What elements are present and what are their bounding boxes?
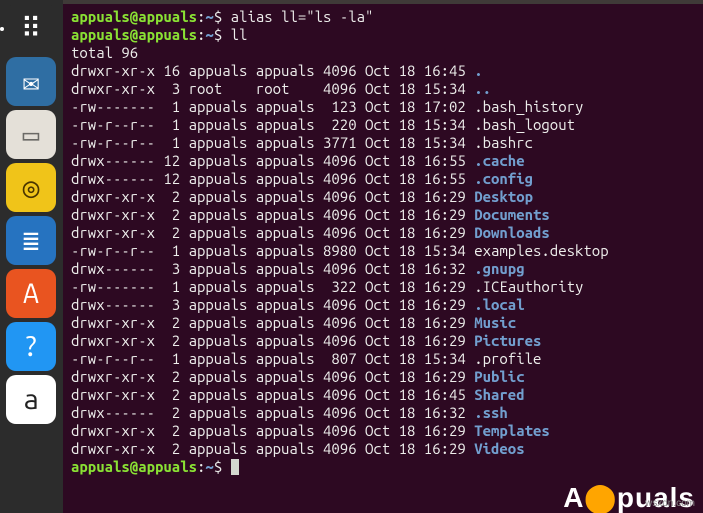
terminal-line: appuals@appuals:~$ bbox=[71, 458, 695, 476]
prompt-sigil: $ bbox=[214, 458, 231, 475]
file-meta: drwxr-xr-x 2 appuals appuals 4096 Oct 18… bbox=[71, 440, 474, 457]
file-name: .gnupg bbox=[474, 260, 524, 277]
rhythmbox-icon[interactable]: ◎ bbox=[6, 163, 56, 212]
file-meta: drwx------ 3 appuals appuals 4096 Oct 18… bbox=[71, 296, 474, 313]
terminal-line: appuals@appuals:~$ alias ll="ls -la" bbox=[71, 8, 695, 26]
terminal-body[interactable]: appuals@appuals:~$ alias ll="ls -la"appu… bbox=[63, 4, 703, 480]
show-apps-icon[interactable]: ⠿ bbox=[6, 4, 56, 53]
dock: ⠿✉▭◎≣A?a bbox=[0, 0, 63, 513]
file-meta: drwxr-xr-x 2 appuals appuals 4096 Oct 18… bbox=[71, 368, 474, 385]
prompt-user: appuals@appuals bbox=[71, 458, 197, 475]
file-name: .bashrc bbox=[474, 134, 533, 151]
file-name: Documents bbox=[474, 206, 550, 223]
prompt-cwd: ~ bbox=[205, 8, 213, 25]
file-name: .. bbox=[474, 80, 491, 97]
file-name: Desktop bbox=[474, 188, 533, 205]
file-row: drwxr-xr-x 2 appuals appuals 4096 Oct 18… bbox=[71, 224, 695, 242]
help-icon[interactable]: ? bbox=[6, 322, 56, 371]
file-meta: drwxr-xr-x 3 root root 4096 Oct 18 15:34 bbox=[71, 80, 474, 97]
file-name: .bash_history bbox=[474, 98, 583, 115]
file-row: -rw-r--r-- 1 appuals appuals 220 Oct 18 … bbox=[71, 116, 695, 134]
libreoffice-icon[interactable]: ≣ bbox=[6, 216, 56, 265]
file-meta: -rw-r--r-- 1 appuals appuals 220 Oct 18 … bbox=[71, 116, 474, 133]
files-icon[interactable]: ▭ bbox=[6, 110, 56, 159]
amazon-icon[interactable]: a bbox=[6, 375, 56, 424]
file-name: Videos bbox=[474, 440, 524, 457]
file-meta: drwxr-xr-x 2 appuals appuals 4096 Oct 18… bbox=[71, 314, 474, 331]
file-meta: drwxr-xr-x 2 appuals appuals 4096 Oct 18… bbox=[71, 332, 474, 349]
file-row: drwxr-xr-x 2 appuals appuals 4096 Oct 18… bbox=[71, 422, 695, 440]
file-row: -rw-r--r-- 1 appuals appuals 3771 Oct 18… bbox=[71, 134, 695, 152]
prompt-sigil: $ bbox=[214, 8, 231, 25]
file-name: .ssh bbox=[474, 404, 508, 421]
file-meta: drwxr-xr-x 2 appuals appuals 4096 Oct 18… bbox=[71, 422, 474, 439]
file-name: Public bbox=[474, 368, 524, 385]
file-name: Music bbox=[474, 314, 516, 331]
file-meta: drwxr-xr-x 16 appuals appuals 4096 Oct 1… bbox=[71, 62, 474, 79]
file-meta: drwxr-xr-x 2 appuals appuals 4096 Oct 18… bbox=[71, 386, 474, 403]
file-meta: -rw------- 1 appuals appuals 123 Oct 18 … bbox=[71, 98, 474, 115]
file-meta: drwx------ 2 appuals appuals 4096 Oct 18… bbox=[71, 404, 474, 421]
file-row: drwxr-xr-x 2 appuals appuals 4096 Oct 18… bbox=[71, 206, 695, 224]
file-name: Shared bbox=[474, 386, 524, 403]
file-meta: -rw-r--r-- 1 appuals appuals 3771 Oct 18… bbox=[71, 134, 474, 151]
file-row: drwxr-xr-x 16 appuals appuals 4096 Oct 1… bbox=[71, 62, 695, 80]
terminal-line: appuals@appuals:~$ ll bbox=[71, 26, 695, 44]
prompt-user: appuals@appuals bbox=[71, 8, 197, 25]
file-row: drwxr-xr-x 2 appuals appuals 4096 Oct 18… bbox=[71, 440, 695, 458]
file-row: drwx------ 3 appuals appuals 4096 Oct 18… bbox=[71, 296, 695, 314]
file-row: drwx------ 12 appuals appuals 4096 Oct 1… bbox=[71, 170, 695, 188]
file-name: Templates bbox=[474, 422, 550, 439]
file-name: .cache bbox=[474, 152, 524, 169]
cursor bbox=[231, 459, 239, 475]
file-name: . bbox=[474, 62, 482, 79]
file-row: drwxr-xr-x 2 appuals appuals 4096 Oct 18… bbox=[71, 368, 695, 386]
file-row: drwx------ 2 appuals appuals 4096 Oct 18… bbox=[71, 404, 695, 422]
file-row: drwxr-xr-x 3 root root 4096 Oct 18 15:34… bbox=[71, 80, 695, 98]
file-row: -rw-r--r-- 1 appuals appuals 8980 Oct 18… bbox=[71, 242, 695, 260]
command-text: ll bbox=[231, 26, 248, 43]
file-row: -rw------- 1 appuals appuals 123 Oct 18 … bbox=[71, 98, 695, 116]
file-name: .config bbox=[474, 170, 533, 187]
software-icon[interactable]: A bbox=[6, 269, 56, 318]
file-row: -rw------- 1 appuals appuals 322 Oct 18 … bbox=[71, 278, 695, 296]
file-row: drwxr-xr-x 2 appuals appuals 4096 Oct 18… bbox=[71, 314, 695, 332]
terminal-window: appuals@appuals:~$ alias ll="ls -la"appu… bbox=[63, 0, 703, 513]
file-meta: drwxr-xr-x 2 appuals appuals 4096 Oct 18… bbox=[71, 224, 474, 241]
listing-header: total 96 bbox=[71, 44, 138, 61]
file-meta: drwxr-xr-x 2 appuals appuals 4096 Oct 18… bbox=[71, 188, 474, 205]
file-meta: -rw-r--r-- 1 appuals appuals 807 Oct 18 … bbox=[71, 350, 474, 367]
file-row: drwx------ 12 appuals appuals 4096 Oct 1… bbox=[71, 152, 695, 170]
file-meta: drwx------ 12 appuals appuals 4096 Oct 1… bbox=[71, 170, 474, 187]
command-text: alias ll="ls -la" bbox=[231, 8, 374, 25]
file-row: drwxr-xr-x 2 appuals appuals 4096 Oct 18… bbox=[71, 188, 695, 206]
file-name: Pictures bbox=[474, 332, 541, 349]
prompt-sigil: $ bbox=[214, 26, 231, 43]
file-row: drwxr-xr-x 2 appuals appuals 4096 Oct 18… bbox=[71, 386, 695, 404]
file-meta: drwxr-xr-x 2 appuals appuals 4096 Oct 18… bbox=[71, 206, 474, 223]
prompt-cwd: ~ bbox=[205, 458, 213, 475]
file-name: .ICEauthority bbox=[474, 278, 583, 295]
file-name: examples.desktop bbox=[474, 242, 608, 259]
file-name: .profile bbox=[474, 350, 541, 367]
file-meta: drwx------ 12 appuals appuals 4096 Oct 1… bbox=[71, 152, 474, 169]
file-name: Downloads bbox=[474, 224, 550, 241]
file-meta: drwx------ 3 appuals appuals 4096 Oct 18… bbox=[71, 260, 474, 277]
prompt-user: appuals@appuals bbox=[71, 26, 197, 43]
file-row: -rw-r--r-- 1 appuals appuals 807 Oct 18 … bbox=[71, 350, 695, 368]
file-name: .local bbox=[474, 296, 524, 313]
file-meta: -rw------- 1 appuals appuals 322 Oct 18 … bbox=[71, 278, 474, 295]
file-row: drwx------ 3 appuals appuals 4096 Oct 18… bbox=[71, 260, 695, 278]
file-name: .bash_logout bbox=[474, 116, 575, 133]
terminal-line: total 96 bbox=[71, 44, 695, 62]
file-row: drwxr-xr-x 2 appuals appuals 4096 Oct 18… bbox=[71, 332, 695, 350]
thunderbird-icon[interactable]: ✉ bbox=[6, 57, 56, 106]
file-meta: -rw-r--r-- 1 appuals appuals 8980 Oct 18… bbox=[71, 242, 474, 259]
prompt-cwd: ~ bbox=[205, 26, 213, 43]
